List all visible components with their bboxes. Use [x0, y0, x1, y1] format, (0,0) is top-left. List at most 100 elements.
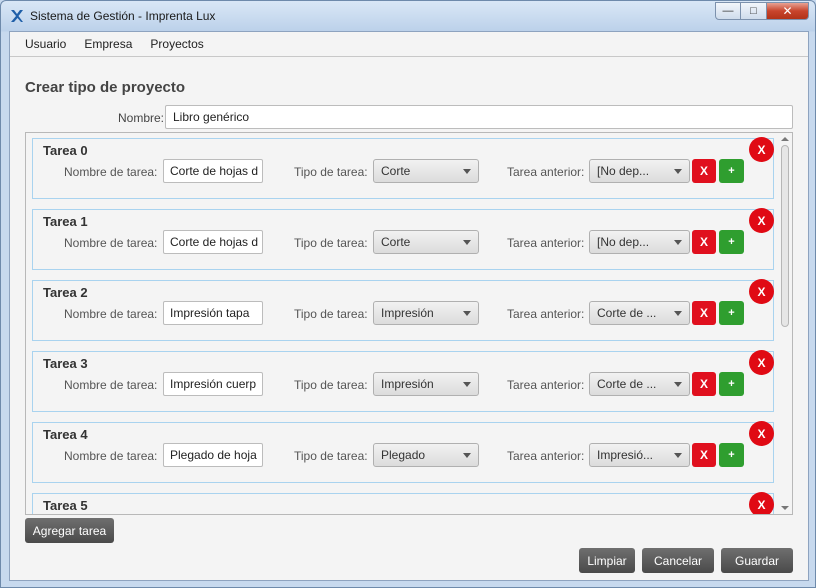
task-name-label: Nombre de tarea: — [64, 378, 158, 392]
task-title: Tarea 3 — [43, 356, 88, 371]
chevron-down-icon — [463, 311, 471, 316]
previous-task-value: [No dep... — [597, 164, 650, 178]
task-type-select[interactable]: Impresión — [373, 372, 479, 396]
chevron-down-icon — [674, 240, 682, 245]
add-dependency-button[interactable]: + — [719, 159, 744, 183]
previous-task-label: Tarea anterior: — [507, 236, 585, 250]
previous-task-value: Corte de ... — [597, 306, 657, 320]
remove-dependency-button[interactable]: X — [692, 301, 716, 325]
previous-task-label: Tarea anterior: — [507, 307, 585, 321]
task-type-value: Corte — [381, 164, 411, 178]
task-name-input[interactable]: Impresión cuerp — [163, 372, 263, 396]
task-type-value: Plegado — [381, 448, 426, 462]
delete-task-button[interactable]: X — [749, 208, 774, 233]
remove-dependency-button[interactable]: X — [692, 230, 716, 254]
task-type-value: Impresión — [381, 306, 434, 320]
task-type-label: Tipo de tarea: — [294, 378, 368, 392]
add-dependency-button[interactable]: + — [719, 443, 744, 467]
previous-task-select[interactable]: Corte de ... — [589, 301, 690, 325]
close-window-button[interactable]: ✕ — [767, 2, 809, 20]
task-card: Tarea 4 Nombre de tarea: Plegado de hoja… — [32, 421, 774, 483]
delete-task-button[interactable]: X — [749, 421, 774, 446]
chevron-down-icon — [463, 382, 471, 387]
previous-task-select[interactable]: Impresió... — [589, 443, 690, 467]
page-title: Crear tipo de proyecto — [25, 79, 186, 96]
task-type-label: Tipo de tarea: — [294, 449, 368, 463]
task-card: Tarea 5 X — [32, 492, 774, 514]
task-name-input[interactable]: Corte de hojas d — [163, 230, 263, 254]
chevron-down-icon — [674, 382, 682, 387]
task-type-value: Corte — [381, 235, 411, 249]
chevron-down-icon — [674, 169, 682, 174]
task-list-scroll-pane[interactable]: Tarea 0 Nombre de tarea: Corte de hojas … — [25, 132, 793, 515]
delete-task-button[interactable]: X — [749, 492, 774, 514]
task-type-label: Tipo de tarea: — [294, 307, 368, 321]
previous-task-value: [No dep... — [597, 235, 650, 249]
task-type-select[interactable]: Impresión — [373, 301, 479, 325]
task-card: Tarea 1 Nombre de tarea: Corte de hojas … — [32, 208, 774, 270]
previous-task-label: Tarea anterior: — [507, 165, 585, 179]
chevron-down-icon — [674, 453, 682, 458]
task-type-value: Impresión — [381, 377, 434, 391]
task-type-select[interactable]: Plegado — [373, 443, 479, 467]
previous-task-label: Tarea anterior: — [507, 449, 585, 463]
task-type-label: Tipo de tarea: — [294, 165, 368, 179]
scrollbar-thumb[interactable] — [781, 145, 789, 327]
previous-task-select[interactable]: Corte de ... — [589, 372, 690, 396]
task-card: Tarea 0 Nombre de tarea: Corte de hojas … — [32, 137, 774, 199]
clear-button[interactable]: Limpiar — [579, 548, 635, 573]
task-type-select[interactable]: Corte — [373, 159, 479, 183]
previous-task-select[interactable]: [No dep... — [589, 230, 690, 254]
maximize-icon: □ — [750, 5, 757, 17]
delete-task-button[interactable]: X — [749, 350, 774, 375]
project-name-input[interactable]: Libro genérico — [165, 105, 793, 129]
task-title: Tarea 1 — [43, 214, 88, 229]
remove-dependency-button[interactable]: X — [692, 372, 716, 396]
delete-task-button[interactable]: X — [749, 137, 774, 162]
chevron-down-icon — [463, 240, 471, 245]
cancel-button[interactable]: Cancelar — [642, 548, 714, 573]
task-name-label: Nombre de tarea: — [64, 165, 158, 179]
window-title: Sistema de Gestión - Imprenta Lux — [30, 9, 216, 23]
task-card: Tarea 2 Nombre de tarea: Impresión tapa … — [32, 279, 774, 341]
close-icon: ✕ — [782, 4, 793, 18]
task-title: Tarea 5 — [43, 498, 88, 513]
delete-task-button[interactable]: X — [749, 279, 774, 304]
menu-usuario[interactable]: Usuario — [16, 37, 75, 51]
chevron-down-icon — [463, 453, 471, 458]
vertical-scrollbar[interactable] — [778, 133, 792, 514]
previous-task-select[interactable]: [No dep... — [589, 159, 690, 183]
add-dependency-button[interactable]: + — [719, 230, 744, 254]
app-window: Sistema de Gestión - Imprenta Lux — □ ✕ … — [0, 0, 816, 588]
title-bar[interactable]: Sistema de Gestión - Imprenta Lux — □ ✕ — [1, 1, 815, 31]
client-area: Usuario Empresa Proyectos Crear tipo de … — [9, 31, 809, 581]
task-name-input[interactable]: Impresión tapa — [163, 301, 263, 325]
add-task-button[interactable]: Agregar tarea — [25, 518, 114, 543]
minimize-button[interactable]: — — [715, 2, 741, 20]
minimize-icon: — — [722, 5, 734, 17]
menu-empresa[interactable]: Empresa — [75, 37, 141, 51]
task-name-label: Nombre de tarea: — [64, 236, 158, 250]
scroll-up-icon[interactable] — [781, 137, 789, 141]
task-type-select[interactable]: Corte — [373, 230, 479, 254]
window-controls: — □ ✕ — [715, 2, 809, 20]
remove-dependency-button[interactable]: X — [692, 159, 716, 183]
task-name-input[interactable]: Plegado de hoja — [163, 443, 263, 467]
app-logo-icon — [11, 10, 23, 22]
task-title: Tarea 0 — [43, 143, 88, 158]
save-button[interactable]: Guardar — [721, 548, 793, 573]
add-dependency-button[interactable]: + — [719, 301, 744, 325]
task-name-input[interactable]: Corte de hojas d — [163, 159, 263, 183]
add-dependency-button[interactable]: + — [719, 372, 744, 396]
chevron-down-icon — [674, 311, 682, 316]
previous-task-value: Impresió... — [597, 448, 654, 462]
project-name-label: Nombre: — [118, 111, 165, 125]
task-name-label: Nombre de tarea: — [64, 307, 158, 321]
maximize-button[interactable]: □ — [741, 2, 767, 20]
menu-proyectos[interactable]: Proyectos — [141, 37, 212, 51]
remove-dependency-button[interactable]: X — [692, 443, 716, 467]
task-title: Tarea 4 — [43, 427, 88, 442]
task-title: Tarea 2 — [43, 285, 88, 300]
scroll-down-icon[interactable] — [781, 506, 789, 510]
menu-bar: Usuario Empresa Proyectos — [10, 32, 808, 57]
